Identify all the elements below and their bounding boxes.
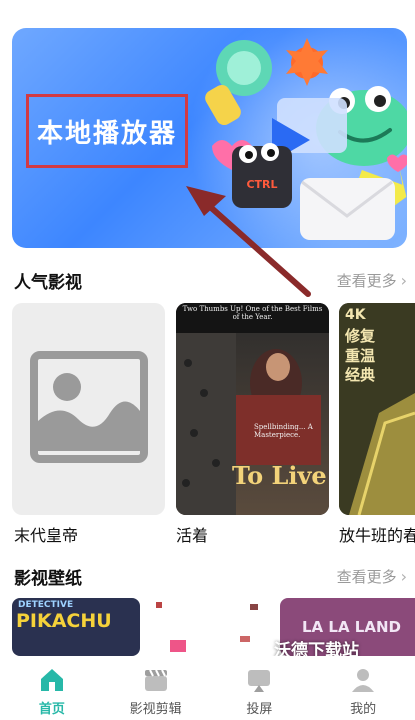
ctrl-key-label: CTRL [246, 178, 277, 191]
envelope-icon [300, 178, 395, 240]
nav-cast-label: 投屏 [246, 702, 273, 717]
nav-mine-label: 我的 [350, 702, 377, 717]
chevron-right-icon: › [400, 271, 407, 290]
movie-card-2[interactable]: Two Thumbs Up! One of the Best Films of … [176, 303, 329, 515]
poster-4k-tag: 4K [345, 307, 366, 323]
wallpaper-1[interactable]: DETECTIVE PIKACHU [12, 598, 140, 656]
wallpaper-1-text: PIKACHU [16, 610, 112, 632]
image-placeholder-icon [30, 351, 148, 463]
bottom-nav: 首页 影视剪辑 投屏 我的 [0, 656, 415, 720]
banner[interactable]: 本地播放器 CTRL [12, 28, 407, 248]
ctrl-key-icon: CTRL [232, 143, 292, 208]
nav-home-label: 首页 [38, 702, 65, 717]
wallpaper-2[interactable] [150, 598, 270, 656]
wallpaper-2-pattern [156, 602, 258, 652]
see-more-label: 查看更多 [336, 272, 397, 290]
cast-icon [248, 670, 271, 692]
movie-title-2[interactable]: 活着 [176, 522, 208, 546]
movie-card-3[interactable]: 4K 修复 重温经典 [339, 303, 415, 515]
nav-cast[interactable]: 投屏 [214, 666, 304, 717]
section-title-wallpaper: 影视壁纸 [14, 569, 82, 589]
poster-4k-text: 修复 重温经典 [345, 327, 376, 384]
nav-home[interactable]: 首页 [7, 666, 97, 717]
banner-title: 本地播放器 [36, 118, 177, 149]
poster-review: Spellbinding... A Masterpiece. [254, 423, 313, 440]
nav-mine[interactable]: 我的 [318, 666, 408, 717]
clapper-icon [144, 669, 167, 691]
nav-clips-label: 影视剪辑 [129, 702, 182, 717]
see-more-label: 查看更多 [336, 568, 397, 586]
home-icon [40, 669, 63, 691]
nav-clips[interactable]: 影视剪辑 [111, 666, 201, 717]
banner-illustration: CTRL [205, 38, 407, 240]
wallpaper-3-text: LA LA LAND [302, 618, 401, 636]
see-more-wallpaper[interactable]: 查看更多 › [337, 566, 407, 587]
see-more-popular[interactable]: 查看更多 › [337, 270, 407, 291]
chevron-right-icon: › [400, 567, 407, 586]
poster-quote: Two Thumbs Up! One of the Best Films of … [182, 305, 323, 322]
banner-title-highlight: 本地播放器 [26, 94, 188, 168]
movie-card-1[interactable] [12, 303, 165, 515]
poster-title: To Live [232, 461, 327, 490]
wallpaper-1-subtext: DETECTIVE [18, 600, 74, 610]
section-title-popular: 人气影视 [14, 273, 82, 293]
user-icon [352, 669, 375, 692]
megaphone-icon [205, 40, 272, 126]
movie-title-3[interactable]: 放牛班的春 [339, 522, 415, 546]
star-icon [286, 38, 328, 86]
movie-title-1[interactable]: 末代皇帝 [14, 522, 78, 546]
